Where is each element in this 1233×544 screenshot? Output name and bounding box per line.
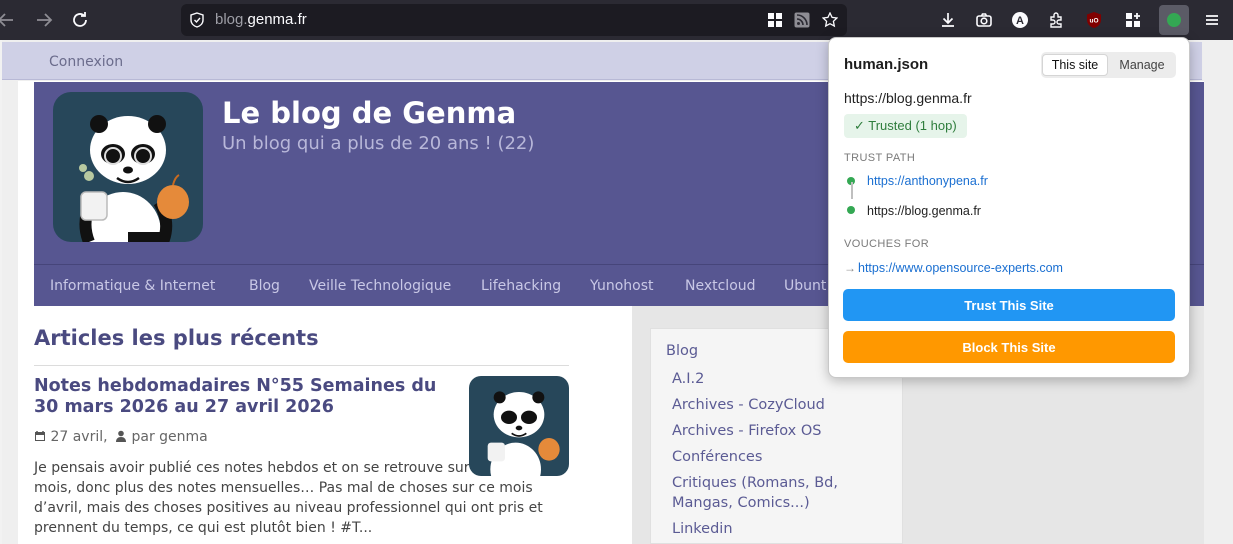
sidebar-item[interactable]: Archives - CozyCloud	[672, 395, 892, 415]
site-subtitle: Un blog qui a plus de 20 ans ! (22)	[222, 133, 535, 154]
site-logo[interactable]	[53, 92, 203, 242]
trust-path-connector	[851, 182, 853, 199]
rss-icon[interactable]	[794, 12, 810, 28]
trust-site-button[interactable]: Trust This Site	[843, 289, 1175, 321]
sidebar-item[interactable]: Critiques (Romans, Bd, Mangas, Comics...…	[672, 473, 892, 513]
shield-icon[interactable]	[189, 12, 205, 28]
forward-arrow-icon[interactable]	[32, 8, 56, 32]
post-author[interactable]: par genma	[131, 429, 207, 445]
divider	[34, 365, 569, 366]
sidebar-item[interactable]: Archives - Firefox OS	[672, 421, 892, 441]
nav-item-blog[interactable]: Blog	[249, 278, 280, 294]
status-dot-icon	[1167, 13, 1181, 27]
arrow-right-icon: →	[844, 261, 856, 275]
nav-item-ubuntu[interactable]: Ubunt	[784, 278, 826, 294]
reload-icon[interactable]	[68, 8, 92, 32]
post-date: 27 avril,	[50, 429, 108, 445]
trust-path-link[interactable]: https://anthonypena.fr	[867, 174, 988, 188]
trust-path-label: TRUST PATH	[844, 152, 916, 164]
screenshot-camera-icon[interactable]	[972, 8, 996, 32]
ublock-origin-icon[interactable]: uO	[1082, 8, 1106, 32]
main-content: Articles les plus récents Notes hebdomad…	[34, 306, 632, 544]
account-a-icon[interactable]: A	[1008, 8, 1032, 32]
post-meta: 27 avril, par genma	[34, 429, 208, 446]
nav-item-nextcloud[interactable]: Nextcloud	[685, 278, 756, 294]
url-domain: genma.fr	[247, 11, 307, 28]
tab-manage[interactable]: Manage	[1109, 54, 1175, 76]
hamburger-menu-icon[interactable]	[1200, 8, 1224, 32]
sidebar-item[interactable]: Conférences	[672, 447, 892, 467]
bookmark-star-icon[interactable]	[822, 12, 838, 28]
nav-item-veille[interactable]: Veille Technologique	[309, 278, 451, 294]
svg-text:A: A	[1016, 15, 1024, 27]
vouches-label: VOUCHES FOR	[844, 238, 930, 250]
url-text[interactable]: blog.genma.fr	[215, 11, 307, 28]
popup-tabs: This site Manage	[1041, 52, 1176, 78]
section-title: Articles les plus récents	[34, 326, 319, 350]
sidebar-heading[interactable]: Blog	[666, 343, 698, 359]
address-bar[interactable]: blog.genma.fr	[181, 4, 847, 36]
popup-title: human.json	[844, 56, 929, 73]
user-icon	[115, 430, 127, 446]
tab-this-site[interactable]: This site	[1042, 54, 1108, 76]
url-prefix: blog.	[215, 11, 248, 28]
svg-text:uO: uO	[1089, 18, 1098, 25]
calendar-icon	[34, 430, 46, 446]
nav-item-lifehacking[interactable]: Lifehacking	[481, 278, 561, 294]
post-title[interactable]: Notes hebdomadaires N°55 Semaines du 30 …	[34, 376, 454, 418]
site-title[interactable]: Le blog de Genma	[222, 96, 516, 130]
login-link[interactable]: Connexion	[49, 54, 123, 70]
reader-grid-icon[interactable]	[767, 12, 783, 28]
post-thumbnail[interactable]	[469, 376, 569, 476]
block-site-button[interactable]: Block This Site	[843, 331, 1175, 363]
vouches-link[interactable]: https://www.opensource-experts.com	[858, 261, 1063, 275]
extensions-puzzle-icon[interactable]	[1044, 8, 1068, 32]
trust-path-current: https://blog.genma.fr	[867, 204, 981, 218]
nav-item-yunohost[interactable]: Yunohost	[590, 278, 653, 294]
human-json-extension-button[interactable]	[1159, 5, 1189, 35]
back-arrow-icon[interactable]	[0, 8, 18, 32]
current-site-url: https://blog.genma.fr	[844, 90, 972, 106]
human-json-popup: human.json This site Manage https://blog…	[828, 37, 1190, 378]
browser-toolbar: blog.genma.fr A uO	[0, 0, 1233, 40]
sidebar-item[interactable]: Linkedin	[672, 519, 892, 539]
downloads-icon[interactable]	[936, 8, 960, 32]
nav-item-informatique[interactable]: Informatique & Internet	[50, 278, 215, 294]
add-extension-icon[interactable]	[1121, 8, 1145, 32]
trusted-status-badge: ✓ Trusted (1 hop)	[844, 114, 967, 138]
trust-path-dot	[847, 206, 855, 214]
